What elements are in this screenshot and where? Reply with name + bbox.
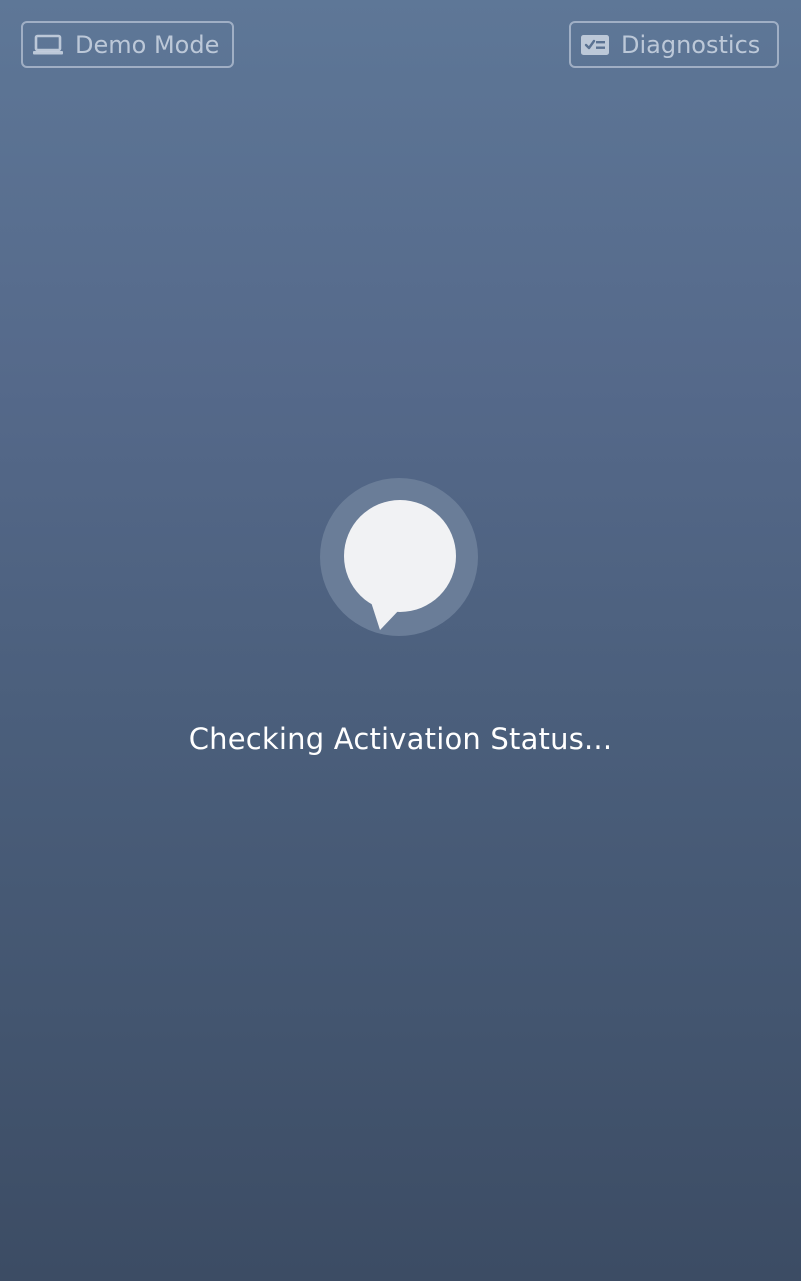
activation-status-text: Checking Activation Status... <box>188 722 613 756</box>
diagnostics-button[interactable]: Diagnostics <box>569 21 779 68</box>
app-logo <box>320 478 478 636</box>
laptop-icon <box>33 34 63 56</box>
checklist-card-icon <box>581 34 609 56</box>
demo-mode-label: Demo Mode <box>75 30 220 59</box>
demo-mode-button[interactable]: Demo Mode <box>21 21 234 68</box>
diagnostics-label: Diagnostics <box>621 30 761 59</box>
chat-bubble-icon <box>320 478 478 636</box>
